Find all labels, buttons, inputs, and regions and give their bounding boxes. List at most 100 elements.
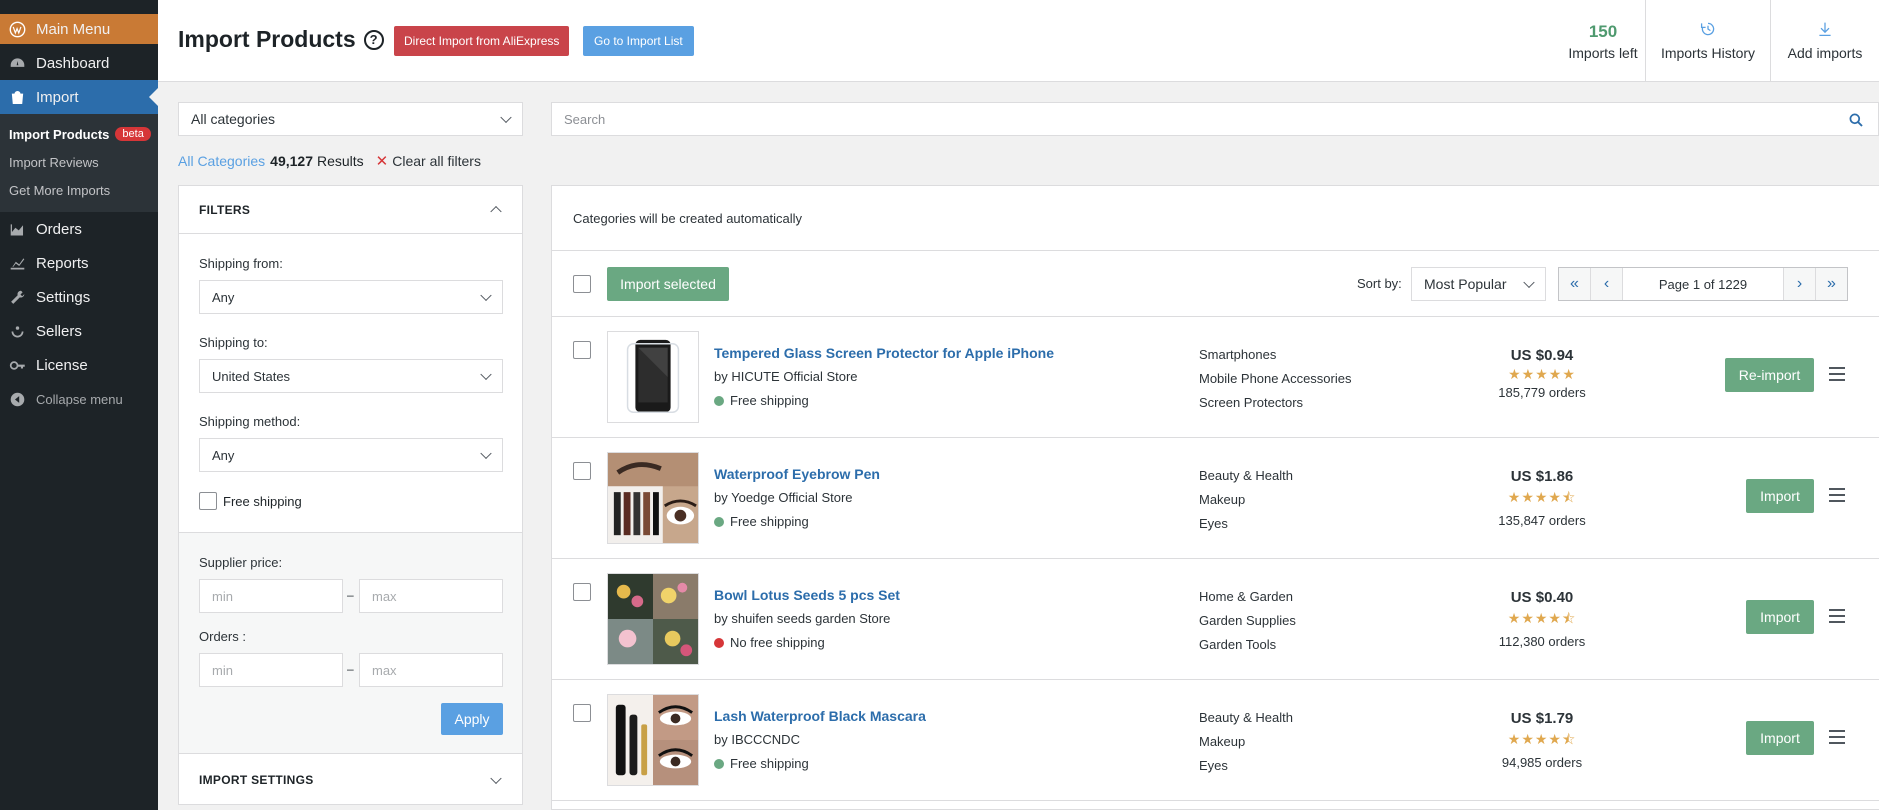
next-page-icon[interactable]: › bbox=[1783, 268, 1815, 300]
star-rating: ★★★★⯪ bbox=[1507, 731, 1577, 747]
shipping-method-value: Any bbox=[212, 447, 235, 463]
shipping-method-select[interactable]: Any bbox=[199, 438, 503, 472]
first-page-icon[interactable]: « bbox=[1559, 268, 1591, 300]
product-thumbnail[interactable] bbox=[607, 694, 699, 786]
range-dash: – bbox=[347, 588, 354, 602]
page-title: Import Products ? bbox=[178, 26, 384, 53]
collapse-menu-button[interactable]: Collapse menu bbox=[0, 382, 158, 416]
select-all-checkbox[interactable] bbox=[573, 275, 591, 293]
direct-import-button[interactable]: Direct Import from AliExpress bbox=[394, 26, 570, 56]
menu-icon[interactable] bbox=[1829, 367, 1845, 381]
menu-icon[interactable] bbox=[1829, 609, 1845, 623]
search-icon[interactable] bbox=[1848, 112, 1864, 128]
product-checkbox[interactable] bbox=[573, 341, 591, 359]
filters-heading: FILTERS bbox=[199, 202, 251, 217]
category-item: Beauty & Health bbox=[1199, 710, 1293, 725]
prev-page-icon[interactable]: ‹ bbox=[1591, 268, 1623, 300]
orders-min-input[interactable]: min bbox=[199, 653, 343, 687]
price-min-input[interactable]: min bbox=[199, 579, 343, 613]
shipping-status: Free shipping bbox=[714, 393, 809, 408]
beta-badge: beta bbox=[115, 127, 151, 141]
search-input[interactable]: Search bbox=[551, 102, 1879, 136]
filters-header[interactable]: FILTERS bbox=[179, 186, 522, 234]
import-button[interactable]: Import bbox=[1746, 479, 1814, 513]
product-title-link[interactable]: Lash Waterproof Black Mascara bbox=[714, 708, 926, 724]
shopping-bag-icon bbox=[8, 88, 26, 106]
menu-icon[interactable] bbox=[1829, 730, 1845, 744]
sidebar-item-reports[interactable]: Reports bbox=[0, 246, 158, 280]
product-title-link[interactable]: Bowl Lotus Seeds 5 pcs Set bbox=[714, 587, 900, 603]
product-checkbox[interactable] bbox=[573, 583, 591, 601]
orders-max-input[interactable]: max bbox=[359, 653, 503, 687]
product-thumbnail[interactable] bbox=[607, 573, 699, 665]
price-max-input[interactable]: max bbox=[359, 579, 503, 613]
product-title-link[interactable]: Tempered Glass Screen Protector for Appl… bbox=[714, 345, 1054, 361]
submenu-item-import-products[interactable]: Import Products beta bbox=[0, 120, 158, 148]
sidebar-item-label: Sellers bbox=[36, 322, 82, 340]
product-categories: Smartphones Mobile Phone Accessories Scr… bbox=[1199, 343, 1351, 415]
sidebar-item-settings[interactable]: Settings bbox=[0, 280, 158, 314]
category-item: Screen Protectors bbox=[1199, 395, 1304, 410]
product-thumbnail[interactable] bbox=[607, 452, 699, 544]
add-imports-link[interactable]: Add imports bbox=[1770, 0, 1879, 82]
sidebar-item-dashboard[interactable]: Dashboard bbox=[0, 46, 158, 80]
free-shipping-checkbox[interactable] bbox=[199, 492, 217, 510]
product-price: US $1.79 bbox=[1510, 710, 1574, 727]
shipping-to-select[interactable]: United States bbox=[199, 359, 503, 393]
product-thumbnail[interactable] bbox=[607, 331, 699, 423]
sort-select[interactable]: Most Popular bbox=[1411, 267, 1546, 301]
last-page-icon[interactable]: » bbox=[1815, 268, 1847, 300]
list-toolbar: Import selected Sort by: Most Popular « … bbox=[552, 251, 1879, 317]
category-item: Eyes bbox=[1199, 758, 1228, 773]
sidebar-item-label: Collapse menu bbox=[36, 391, 123, 407]
add-imports-label: Add imports bbox=[1787, 45, 1863, 61]
results-label: Results bbox=[316, 153, 364, 169]
submenu-item-get-more-imports[interactable]: Get More Imports bbox=[0, 176, 158, 204]
chevron-up-icon bbox=[490, 205, 502, 218]
shipping-from-select[interactable]: Any bbox=[199, 280, 503, 314]
product-checkbox[interactable] bbox=[573, 704, 591, 722]
imports-history-link[interactable]: Imports History bbox=[1645, 0, 1770, 82]
price-block: US $1.86 ★★★★⯪ 135,847 orders bbox=[1482, 468, 1602, 528]
import-selected-button[interactable]: Import selected bbox=[607, 267, 729, 301]
category-item: Garden Supplies bbox=[1199, 613, 1296, 628]
category-select[interactable]: All categories bbox=[178, 102, 523, 136]
sidebar-item-orders[interactable]: Orders bbox=[0, 212, 158, 246]
sidebar-item-license[interactable]: License bbox=[0, 348, 158, 382]
go-to-import-list-button[interactable]: Go to Import List bbox=[583, 26, 694, 56]
order-count: 135,847 orders bbox=[1498, 513, 1586, 528]
sidebar-item-sellers[interactable]: Sellers bbox=[0, 314, 158, 348]
shipping-to-value: United States bbox=[212, 368, 291, 384]
range-dash: – bbox=[347, 662, 354, 676]
sidebar-item-label: Dashboard bbox=[36, 54, 110, 72]
price-block: US $0.40 ★★★★⯪ 112,380 orders bbox=[1482, 589, 1602, 649]
product-checkbox[interactable] bbox=[573, 462, 591, 480]
imports-left-label: Imports left bbox=[1568, 44, 1638, 61]
chevron-down-icon bbox=[480, 289, 492, 302]
product-store: by Yoedge Official Store bbox=[714, 490, 853, 505]
sidebar-item-import[interactable]: Import bbox=[0, 80, 158, 114]
chart-area-icon bbox=[8, 220, 26, 238]
submenu-item-import-reviews[interactable]: Import Reviews bbox=[0, 148, 158, 176]
import-settings-header[interactable]: IMPORT SETTINGS bbox=[179, 755, 522, 805]
sidebar-item-main-menu[interactable]: Main Menu bbox=[0, 14, 158, 44]
sort-select-value: Most Popular bbox=[1424, 276, 1507, 292]
help-icon[interactable]: ? bbox=[363, 29, 384, 50]
search-placeholder: Search bbox=[564, 111, 606, 127]
category-item: Eyes bbox=[1199, 516, 1228, 531]
product-store: by IBCCCNDC bbox=[714, 732, 800, 747]
reimport-button[interactable]: Re-import bbox=[1725, 358, 1814, 392]
history-icon bbox=[1700, 21, 1716, 42]
import-button[interactable]: Import bbox=[1746, 600, 1814, 634]
clear-filters-button[interactable]: ✕ Clear all filters bbox=[376, 152, 481, 170]
apply-filters-button[interactable]: Apply bbox=[441, 703, 503, 735]
order-count: 94,985 orders bbox=[1501, 755, 1583, 770]
menu-icon[interactable] bbox=[1829, 488, 1845, 502]
sort-label: Sort by: bbox=[1357, 276, 1402, 291]
star-rating: ★★★★★ bbox=[1508, 366, 1576, 382]
import-button[interactable]: Import bbox=[1746, 721, 1814, 755]
import-submenu: Import Products beta Import Reviews Get … bbox=[0, 114, 158, 212]
imports-left-counter: 150 Imports left bbox=[1548, 0, 1658, 82]
product-title-link[interactable]: Waterproof Eyebrow Pen bbox=[714, 466, 880, 482]
all-categories-link[interactable]: All Categories bbox=[178, 153, 265, 169]
